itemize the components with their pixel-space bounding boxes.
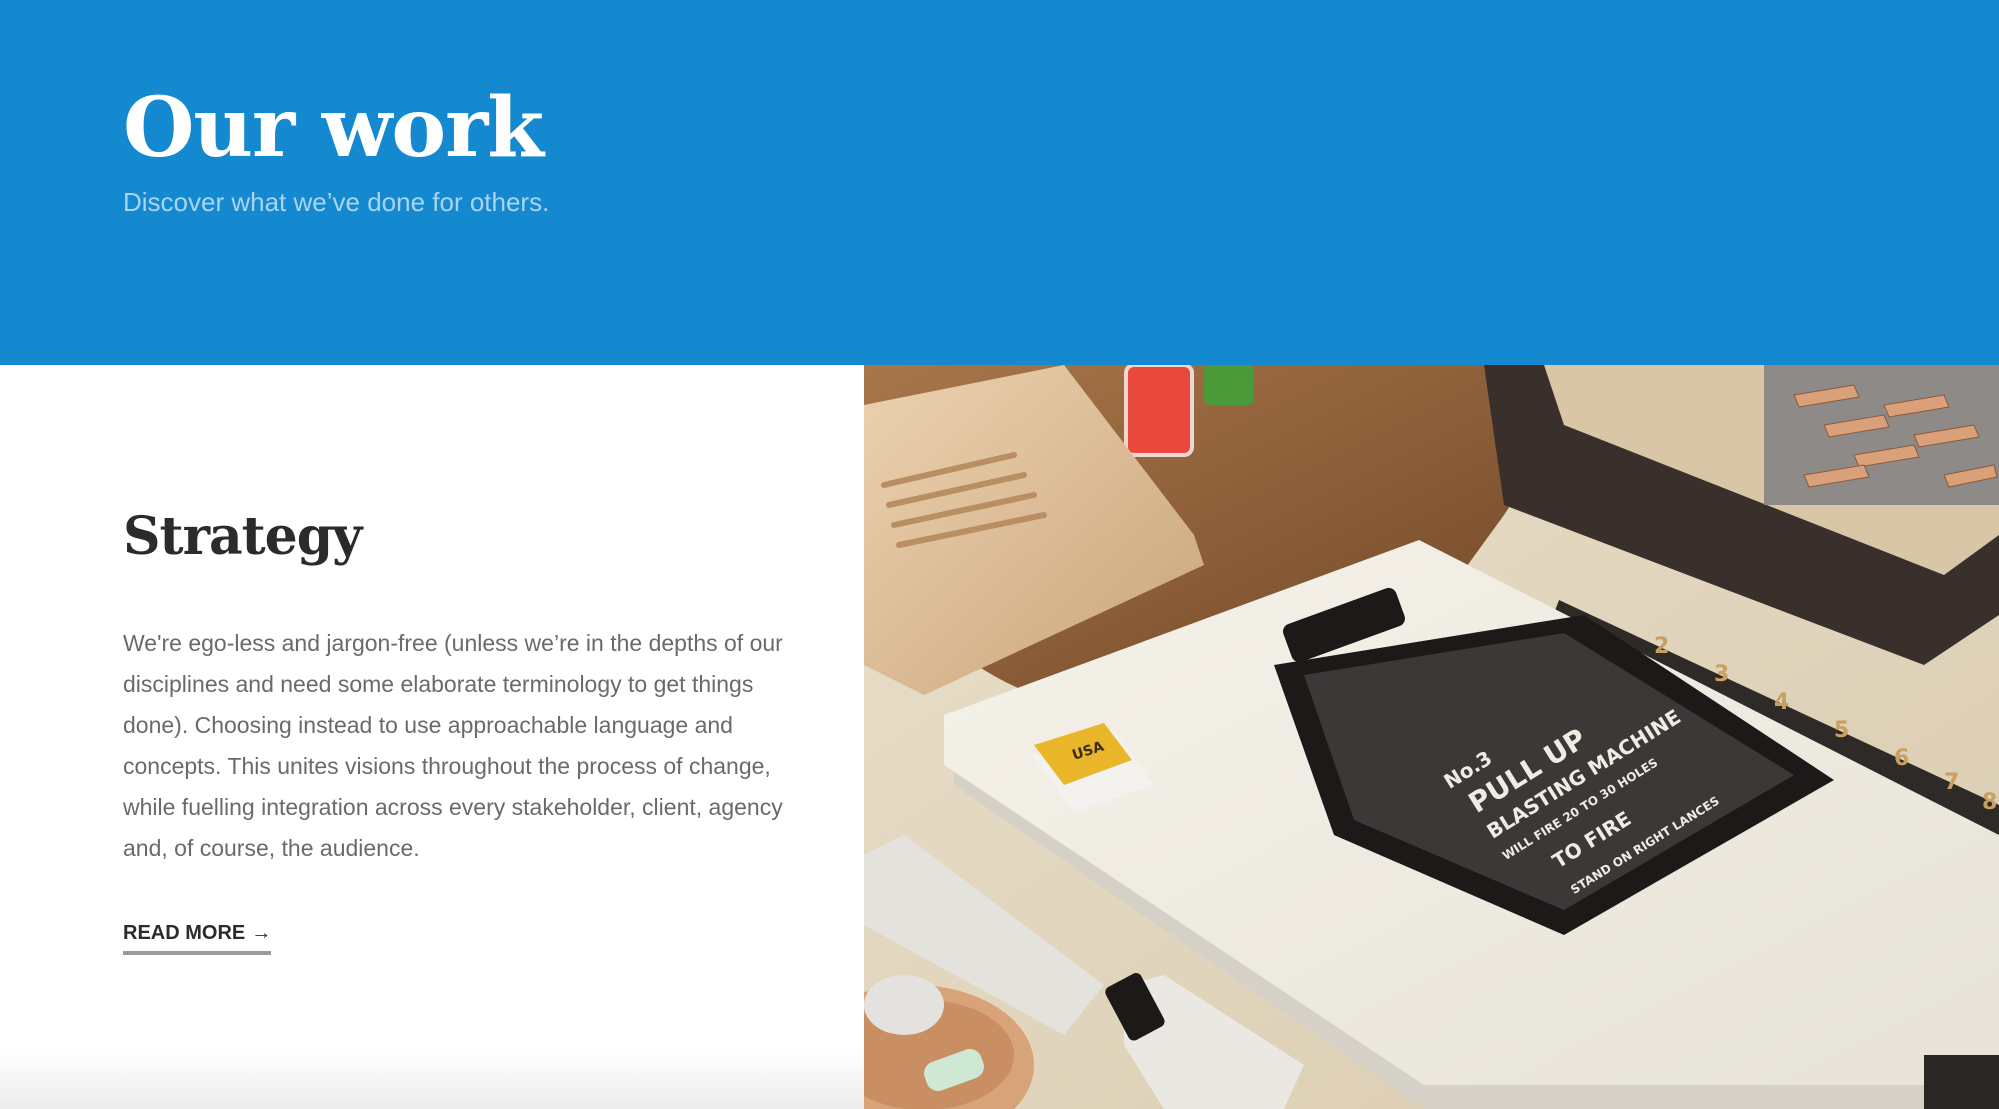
read-more-label: READ MORE <box>123 922 246 944</box>
section-heading: Strategy <box>123 506 362 567</box>
page-title: Our work <box>123 80 544 176</box>
arrow-right-icon: → <box>251 922 272 944</box>
svg-text:4: 4 <box>1774 690 1789 715</box>
page-subtitle: Discover what we’ve done for others. <box>123 187 550 217</box>
strategy-section: Strategy We're ego-less and jargon-free … <box>0 365 864 1109</box>
svg-text:5: 5 <box>1834 718 1849 743</box>
svg-text:7: 7 <box>1944 770 1959 795</box>
desk-illustration: 2 3 4 5 6 7 8 No.3 PULL UP BLASTING MACH… <box>864 365 1999 1109</box>
hero-banner: Our work Discover what we’ve done for ot… <box>0 0 1999 365</box>
svg-text:8: 8 <box>1982 790 1997 815</box>
section-body: We're ego-less and jargon-free (unless w… <box>123 630 783 861</box>
page: Our work Discover what we’ve done for ot… <box>0 0 1999 1109</box>
green-jar <box>1204 365 1254 405</box>
red-jar <box>1124 365 1194 457</box>
svg-text:6: 6 <box>1894 746 1909 771</box>
read-more-link[interactable]: READ MORE → <box>123 921 272 955</box>
svg-text:3: 3 <box>1714 662 1729 687</box>
svg-text:2: 2 <box>1654 634 1669 659</box>
desk-photo: 2 3 4 5 6 7 8 No.3 PULL UP BLASTING MACH… <box>864 365 1999 1109</box>
